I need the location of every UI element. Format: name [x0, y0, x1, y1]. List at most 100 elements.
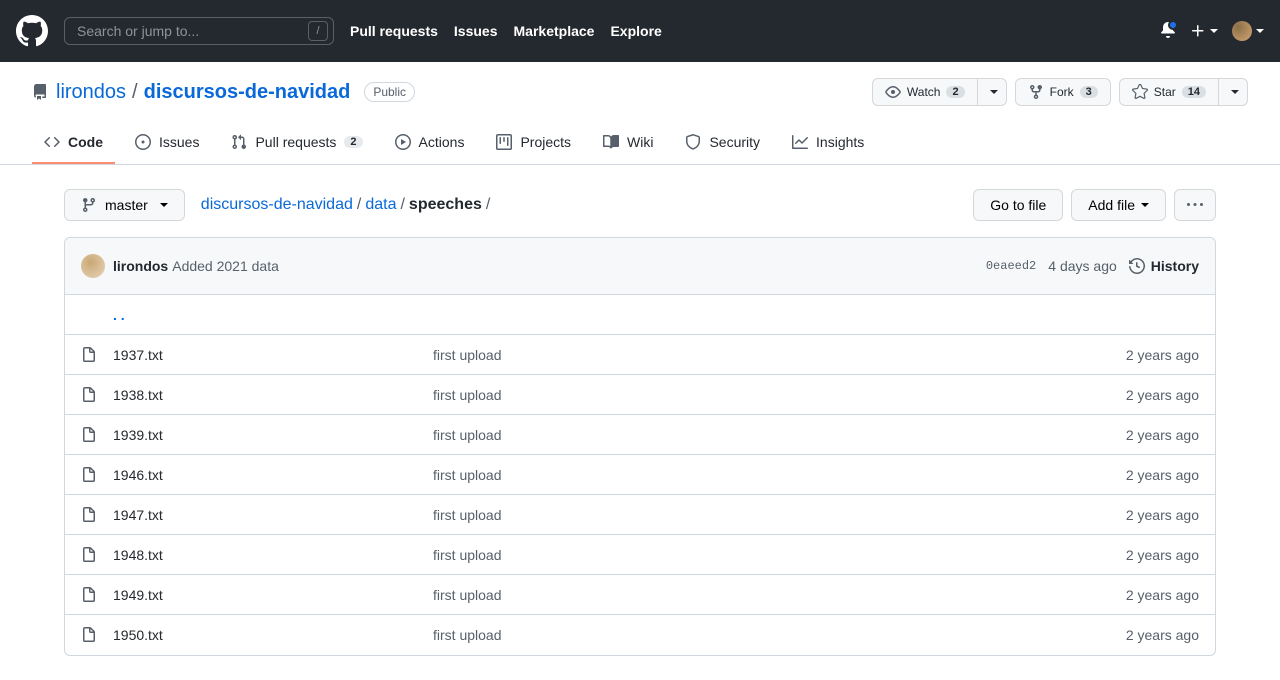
file-time: 2 years ago: [1059, 387, 1199, 403]
top-nav: Pull requests Issues Marketplace Explore: [350, 23, 662, 39]
notification-dot: [1168, 20, 1178, 30]
tab-actions[interactable]: Actions: [383, 126, 477, 164]
branch-select-button[interactable]: master: [64, 189, 185, 221]
file-name-link[interactable]: 1937.txt: [113, 347, 163, 363]
repo-owner-link[interactable]: lirondos: [56, 81, 126, 104]
watch-count: 2: [946, 86, 964, 98]
file-name-link[interactable]: 1939.txt: [113, 427, 163, 443]
issue-opened-icon: [135, 134, 151, 150]
crumb-sep: /: [357, 196, 361, 214]
commit-sha[interactable]: 0eaeed2: [986, 259, 1036, 273]
file-icon: [81, 427, 97, 443]
file-icon: [81, 467, 97, 483]
table-icon: [496, 134, 512, 150]
tab-projects-label: Projects: [520, 134, 571, 150]
more-options-button[interactable]: [1174, 189, 1216, 221]
file-commit-msg[interactable]: first upload: [433, 427, 501, 443]
code-icon: [44, 134, 60, 150]
star-group: Star 14: [1119, 78, 1248, 106]
table-row: 1948.txt first upload 2 years ago: [65, 535, 1215, 575]
tab-projects[interactable]: Projects: [484, 126, 583, 164]
crumb-data[interactable]: data: [365, 196, 396, 214]
star-caret-button[interactable]: [1219, 78, 1248, 106]
tab-code[interactable]: Code: [32, 126, 115, 164]
book-icon: [603, 134, 619, 150]
user-menu[interactable]: [1232, 21, 1264, 41]
file-name-link[interactable]: 1938.txt: [113, 387, 163, 403]
star-button[interactable]: Star 14: [1119, 78, 1219, 106]
tab-pull-requests[interactable]: Pull requests2: [219, 126, 374, 164]
file-name-link[interactable]: 1948.txt: [113, 547, 163, 563]
notifications-button[interactable]: [1160, 22, 1176, 41]
nav-marketplace[interactable]: Marketplace: [514, 23, 595, 39]
file-box: lirondos Added 2021 data 0eaeed2 4 days …: [64, 237, 1216, 656]
search-slash-hint: /: [308, 21, 328, 41]
caret-down-icon: [160, 203, 168, 207]
nav-pull-requests[interactable]: Pull requests: [350, 23, 438, 39]
file-name-link[interactable]: 1950.txt: [113, 627, 163, 643]
plus-icon: [1190, 23, 1206, 39]
caret-down-icon: [1210, 29, 1218, 33]
nav-explore[interactable]: Explore: [610, 23, 661, 39]
file-commit-msg[interactable]: first upload: [433, 547, 501, 563]
file-commit-msg[interactable]: first upload: [433, 347, 501, 363]
parent-dir-row: . .: [65, 295, 1215, 335]
parent-dir-link[interactable]: . .: [113, 307, 125, 323]
file-time: 2 years ago: [1059, 547, 1199, 563]
file-commit-msg[interactable]: first upload: [433, 507, 501, 523]
avatar: [1232, 21, 1252, 41]
file-commit-msg[interactable]: first upload: [433, 627, 501, 643]
file-name-link[interactable]: 1946.txt: [113, 467, 163, 483]
table-row: 1937.txt first upload 2 years ago: [65, 335, 1215, 375]
table-row: 1939.txt first upload 2 years ago: [65, 415, 1215, 455]
tab-code-label: Code: [68, 134, 103, 150]
tab-pr-label: Pull requests: [255, 134, 336, 150]
history-link[interactable]: History: [1129, 258, 1199, 274]
tab-security[interactable]: Security: [673, 126, 772, 164]
tab-wiki[interactable]: Wiki: [591, 126, 665, 164]
star-label: Star: [1154, 85, 1176, 99]
add-file-button[interactable]: Add file: [1071, 189, 1166, 221]
watch-caret-button[interactable]: [978, 78, 1007, 106]
create-new-menu[interactable]: [1190, 23, 1218, 39]
commit-author[interactable]: lirondos: [113, 258, 168, 274]
file-nav: master discursos-de-navidad / data / spe…: [64, 189, 1216, 221]
file-name-link[interactable]: 1949.txt: [113, 587, 163, 603]
watch-button[interactable]: Watch 2: [872, 78, 978, 106]
file-time: 2 years ago: [1059, 587, 1199, 603]
github-logo-icon[interactable]: [16, 15, 48, 47]
commit-avatar[interactable]: [81, 254, 105, 278]
fork-button[interactable]: Fork 3: [1015, 78, 1111, 106]
tab-actions-label: Actions: [419, 134, 465, 150]
crumb-sep: /: [400, 196, 404, 214]
repo-name-link[interactable]: discursos-de-navidad: [144, 81, 351, 103]
fork-count: 3: [1080, 86, 1098, 98]
file-commit-msg[interactable]: first upload: [433, 467, 501, 483]
crumb-repo[interactable]: discursos-de-navidad: [201, 196, 353, 214]
history-icon: [1129, 258, 1145, 274]
file-commit-msg[interactable]: first upload: [433, 587, 501, 603]
repo-icon: [32, 84, 48, 100]
commit-bar: lirondos Added 2021 data 0eaeed2 4 days …: [65, 238, 1215, 295]
tab-insights[interactable]: Insights: [780, 126, 876, 164]
go-to-file-button[interactable]: Go to file: [973, 189, 1063, 221]
commit-message[interactable]: Added 2021 data: [172, 258, 279, 274]
repo-separator: /: [132, 81, 138, 104]
search-input[interactable]: [64, 17, 334, 45]
repo-forked-icon: [1028, 84, 1044, 100]
breadcrumb: discursos-de-navidad / data / speeches /: [201, 196, 491, 214]
file-time: 2 years ago: [1059, 507, 1199, 523]
tab-wiki-label: Wiki: [627, 134, 653, 150]
file-icon: [81, 547, 97, 563]
star-icon: [1132, 84, 1148, 100]
caret-down-icon: [990, 90, 998, 94]
file-time: 2 years ago: [1059, 627, 1199, 643]
nav-issues[interactable]: Issues: [454, 23, 498, 39]
file-commit-msg[interactable]: first upload: [433, 387, 501, 403]
file-name-link[interactable]: 1947.txt: [113, 507, 163, 523]
table-row: 1950.txt first upload 2 years ago: [65, 615, 1215, 655]
repo-actions: Watch 2 Fork 3 Star 14: [872, 78, 1248, 106]
table-row: 1946.txt first upload 2 years ago: [65, 455, 1215, 495]
tab-issues[interactable]: Issues: [123, 126, 211, 164]
table-row: 1947.txt first upload 2 years ago: [65, 495, 1215, 535]
